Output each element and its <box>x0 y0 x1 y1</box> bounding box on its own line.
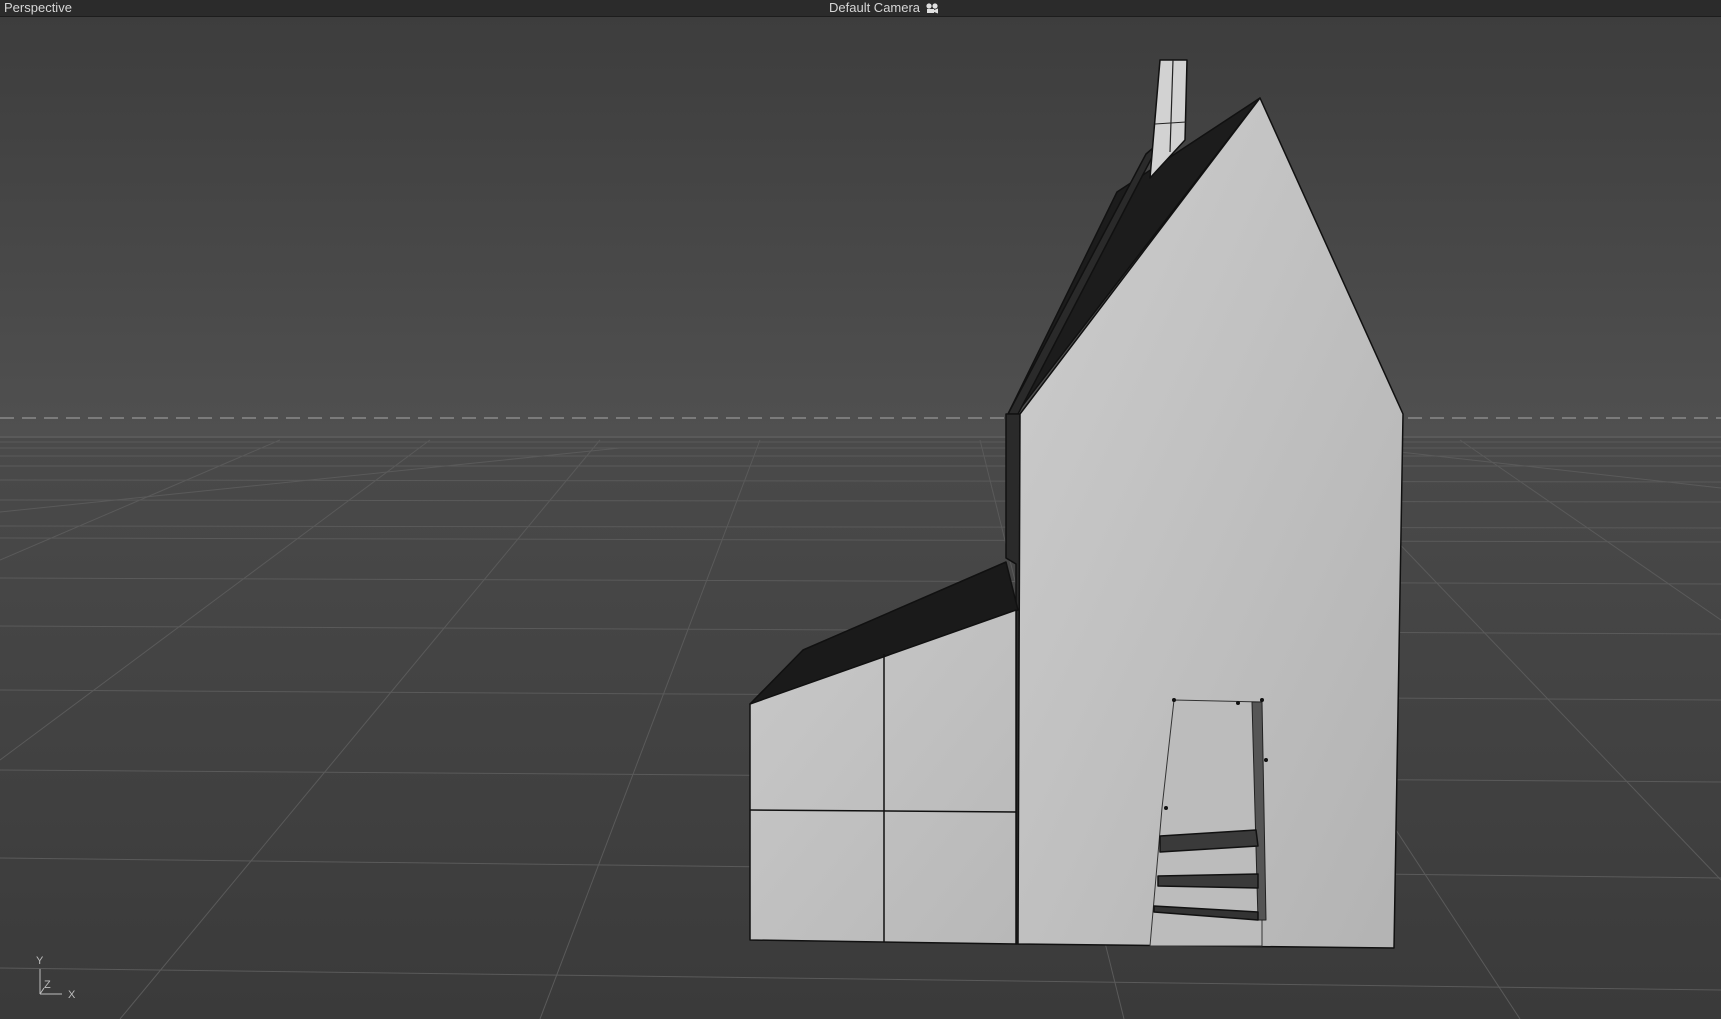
axis-x-label: X <box>68 989 76 1001</box>
scene-canvas[interactable] <box>0 0 1721 1019</box>
stair-step-2 <box>1157 873 1259 889</box>
axis-gizmo: Y Z X <box>34 956 84 1002</box>
viewport-header: Perspective Default Camera <box>0 0 1721 17</box>
axis-z-label: Z <box>44 979 51 991</box>
camera-selector[interactable]: Default Camera <box>829 0 939 16</box>
3d-viewport[interactable]: Perspective Default Camera Y Z X <box>0 0 1721 1019</box>
sky-background <box>0 16 1721 436</box>
camera-label: Default Camera <box>829 0 921 15</box>
camera-icon <box>926 3 939 14</box>
axis-y-label: Y <box>36 955 44 967</box>
view-mode-label[interactable]: Perspective <box>4 0 72 16</box>
